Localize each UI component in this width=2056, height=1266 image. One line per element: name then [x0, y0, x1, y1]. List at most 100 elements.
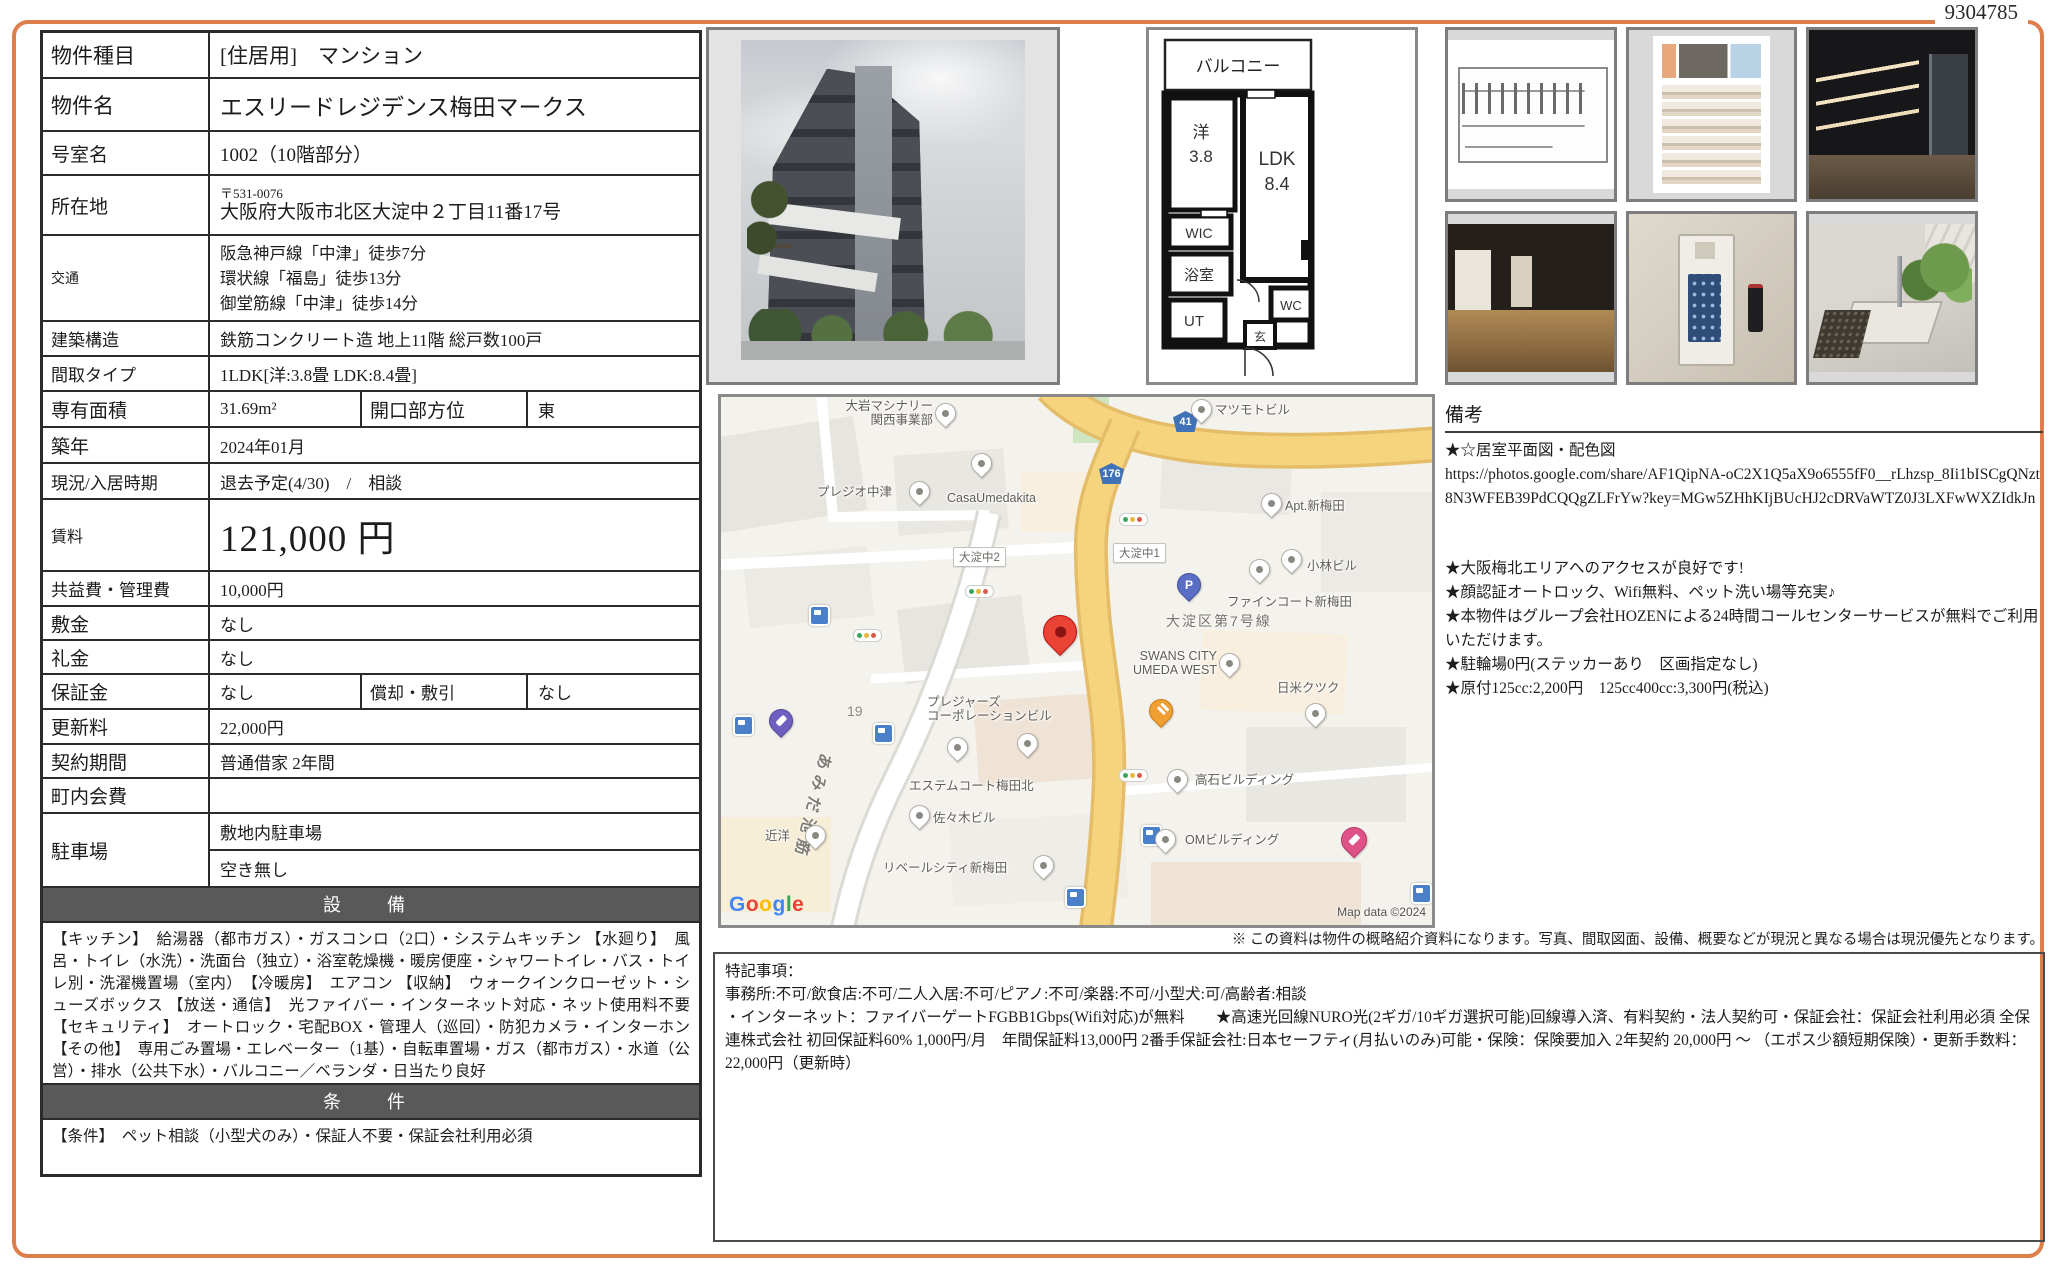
row-label: 更新料: [43, 710, 210, 743]
row-value: なし: [210, 641, 699, 673]
remarks-url: https://photos.google.com/share/AF1QipNA…: [1445, 463, 2043, 511]
row-value: [住居用] マンション: [210, 33, 699, 77]
equipment-text: 【キッチン】 給湯器（都市ガス）・ガスコンロ（2口）・システムキッチン 【水廻り…: [43, 923, 699, 1085]
amort-label: 償却・敷引: [360, 675, 528, 708]
building-photo-image: [741, 40, 1025, 360]
poi-label: 佐々木ビル: [933, 811, 996, 825]
photo-entrance-lobby: [1806, 27, 1978, 202]
property-table: 物件種目 [住居用] マンション 物件名 エスリードレジデンス梅田マークス 号室…: [40, 30, 702, 1177]
table-row-contract: 契約期間 普通借家 2年間: [43, 745, 699, 779]
table-row-built: 築年 2024年01月: [43, 428, 699, 464]
row-label: 契約期間: [43, 745, 210, 777]
row-label: 交通: [43, 236, 210, 320]
bus-stop-icon: [733, 715, 754, 736]
remarks-bullet: ★大阪梅北エリアへのアクセスが良好です!: [1445, 557, 2043, 581]
ldk-size: 8.4: [1264, 174, 1289, 194]
address: 大阪府大阪市北区大淀中２丁目11番17号: [220, 201, 561, 224]
poi-label: プレジオ中津: [817, 485, 892, 499]
floor-plan: バルコニー 洋 3.8 LDK 8.4 WIC 浴室 UT WC 玄: [1146, 27, 1418, 385]
entrance-label: 玄: [1254, 329, 1266, 344]
photo-grid: [1445, 27, 1978, 385]
area-value: 31.69m²: [210, 392, 360, 426]
property-name: エスリードレジデンス梅田マークス: [210, 79, 699, 130]
row-value: 普通借家 2年間: [210, 745, 699, 777]
table-row-room: 号室名 1002（10階部分）: [43, 132, 699, 176]
remarks-bullet: ★原付125cc:2,200円 125cc400cc:3,300円(税込): [1445, 677, 2043, 701]
special-notes-box: 特記事項： 事務所:不可/飲食店:不可/二人入居:不可/ピアノ:不可/楽器:不可…: [713, 952, 2045, 1242]
remarks-bullet: ★駐輪場0円(ステッカーあり 区画指定なし): [1445, 653, 2043, 677]
poi-label: 大岩マシナリー関西事業部: [827, 399, 933, 427]
row-value: 2024年01月: [210, 428, 699, 462]
conditions-header: 条 件: [43, 1085, 699, 1120]
google-logo: Google: [729, 893, 804, 917]
disclaimer-note: ※ この資料は物件の概略紹介資料になります。写真、間取図面、設備、概要などが現況…: [1232, 928, 2044, 949]
row-label: 物件名: [43, 79, 210, 130]
row-label: 駐車場: [43, 814, 210, 886]
balcony-label: バルコニー: [1196, 57, 1281, 76]
blueprint-drawing: [1458, 67, 1608, 163]
row-label: 物件種目: [43, 33, 210, 77]
wic-label: WIC: [1185, 225, 1212, 241]
block-number-19: 19: [847, 703, 863, 719]
access-line: 阪急神戸線「中津」徒歩7分: [220, 241, 426, 266]
remarks-bullet: ★顔認証オートロック、Wifi無料、ペット洗い場等充実♪: [1445, 581, 2043, 605]
photo-color-scheme-chart: [1626, 27, 1798, 202]
row-value: 22,000円: [210, 710, 699, 743]
access-line: 御堂筋線「中津」徒歩14分: [220, 291, 418, 316]
row-label: 町内会費: [43, 779, 210, 812]
property-flyer-page: 9304785 物件種目 [住居用] マンション 物件名 エスリードレジデンス梅…: [0, 0, 2056, 1266]
poi-label: リベールシティ新梅田: [883, 861, 1007, 875]
remarks-bullet: ★本物件はグループ会社HOZENによる24時間コールセンターサービスが無料でご利…: [1445, 605, 2043, 653]
poi-label: OMビルディング: [1185, 833, 1279, 847]
row-label: 間取タイプ: [43, 357, 210, 390]
photo-blueprint: [1445, 27, 1617, 202]
poi-label: 小林ビル: [1307, 559, 1357, 573]
door-arc: [1245, 348, 1273, 376]
remarks-plan-line: ★☆居室平面図・配色図: [1445, 439, 2043, 463]
table-row-layout: 間取タイプ 1LDK[洋:3.8畳 LDK:8.4畳]: [43, 357, 699, 392]
table-row-rent: 賃料 121,000 円: [43, 500, 699, 572]
bus-stop-icon: [1065, 887, 1086, 908]
table-row-keymoney: 礼金 なし: [43, 641, 699, 675]
poi-label: SWANS CITYUMEDA WEST: [1125, 649, 1217, 677]
facing-value: 東: [528, 392, 699, 426]
row-label: 賃料: [43, 500, 210, 570]
poi-label: 日米クツク: [1277, 681, 1340, 695]
bus-stop-icon: [1411, 883, 1432, 904]
row-label: 専有面積: [43, 392, 210, 426]
poi-label: エステムコート梅田北: [909, 779, 1034, 793]
table-row-fee: 共益費・管理費 10,000円: [43, 572, 699, 607]
special-notes-line: 事務所:不可/飲食店:不可/二人入居:不可/ピアノ:不可/楽器:不可/小型犬:可…: [725, 983, 2033, 1006]
remarks-section: 備考 ★☆居室平面図・配色図 https://photos.google.com…: [1445, 400, 2043, 701]
poi-label: 高石ビルディング: [1195, 773, 1294, 787]
row-label: 建築構造: [43, 322, 210, 355]
traffic-light-icon: [853, 629, 882, 642]
row-label: 敷金: [43, 607, 210, 639]
row-label: 所在地: [43, 176, 210, 234]
poi-label: 近洋: [765, 829, 790, 843]
traffic-light-icon: [965, 585, 994, 598]
photo-pet-wash-station: [1806, 211, 1978, 386]
row-label: 現況/入居時期: [43, 464, 210, 498]
bus-stop-icon: [873, 723, 894, 744]
room-west-size: 3.8: [1189, 147, 1213, 166]
poi-label: プレジャーズコーポレーションビル: [927, 695, 1052, 723]
row-value: 10,000円: [210, 572, 699, 605]
table-row-townfee: 町内会費: [43, 779, 699, 814]
table-row-type: 物件種目 [住居用] マンション: [43, 33, 699, 79]
special-notes-title: 特記事項：: [725, 960, 2033, 983]
map-attribution: Map data ©2024: [1337, 905, 1426, 919]
table-row-deposit: 敷金 なし: [43, 607, 699, 641]
building-photo: [706, 27, 1060, 385]
row-label: 築年: [43, 428, 210, 462]
photo-interior-hallway: [1445, 211, 1617, 386]
street-name-route7: 大淀区第7号線: [1166, 611, 1272, 631]
street-tree: [747, 174, 792, 302]
facing-label: 開口部方位: [360, 392, 528, 426]
wc-label: WC: [1280, 298, 1302, 313]
utility-label: UT: [1184, 313, 1204, 330]
poi-label: Apt.新梅田: [1285, 499, 1345, 513]
table-row-structure: 建築構造 鉄筋コンクリート造 地上11階 総戸数100戸: [43, 322, 699, 357]
row-label: 礼金: [43, 641, 210, 673]
room-west-label: 洋: [1193, 123, 1210, 142]
